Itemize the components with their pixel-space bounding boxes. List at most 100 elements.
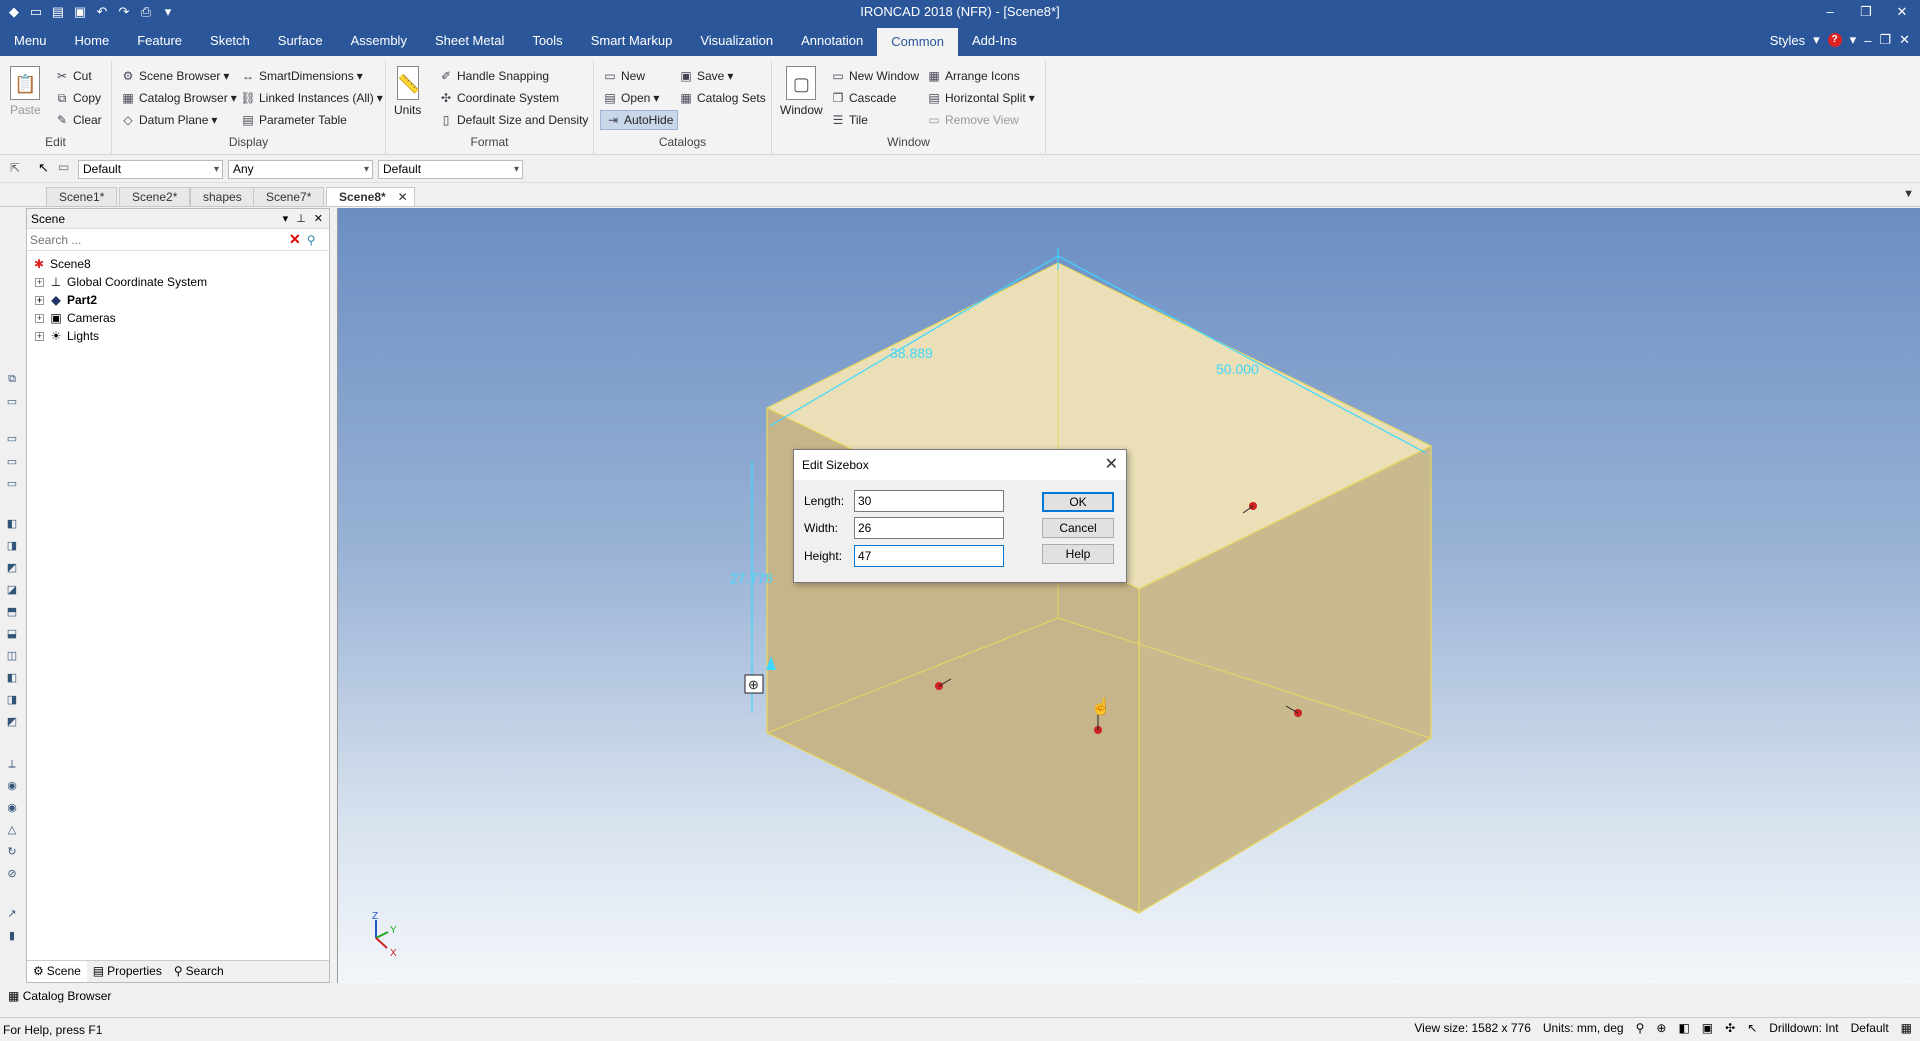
cursor-icon[interactable]: ↖ xyxy=(38,160,49,176)
parameter-table-button[interactable]: ▤ Parameter Table xyxy=(240,110,347,130)
help-button[interactable]: Help xyxy=(1042,544,1114,564)
styles-dropdown[interactable]: Styles xyxy=(1770,33,1805,48)
tree-item-part2[interactable]: + ◆ Part2 xyxy=(27,291,329,309)
tab-list-chevron-icon[interactable]: ▼ xyxy=(1903,188,1914,200)
ruler-tool-icon[interactable]: ▮ xyxy=(5,929,19,943)
view-back-icon[interactable]: ◨ xyxy=(5,539,19,553)
ok-button[interactable]: OK xyxy=(1042,492,1114,512)
minimize-button[interactable]: – xyxy=(1812,0,1848,24)
selection-mode-icon[interactable]: ↖ xyxy=(1747,1021,1757,1035)
tab-shapes[interactable]: shapes xyxy=(190,187,255,206)
tab-menu[interactable]: Menu xyxy=(0,24,61,56)
tab-visualization[interactable]: Visualization xyxy=(686,24,787,56)
3d-viewport[interactable]: 38.889 50.000 27.778 ⊕ ☝ Z Y X xyxy=(337,208,1920,983)
axis-tool-icon[interactable]: ⟂ xyxy=(5,757,19,771)
view-cube-icon[interactable]: ▣ xyxy=(1702,1021,1713,1035)
catalog-save-button[interactable]: ▣ Save ▾ xyxy=(678,66,733,86)
tab-scene7[interactable]: Scene7* xyxy=(253,187,325,206)
default-size-button[interactable]: ▯ Default Size and Density xyxy=(438,110,589,130)
paste-button[interactable]: 📋 Paste xyxy=(10,66,41,117)
tab-smart-markup[interactable]: Smart Markup xyxy=(577,24,687,56)
arrange-icons-button[interactable]: ▦ Arrange Icons xyxy=(926,66,1019,86)
zoom-icon[interactable]: ⚲ xyxy=(1636,1021,1645,1035)
scene-browser-button[interactable]: ⚙ Scene Browser ▾ xyxy=(120,66,230,86)
mode-combo[interactable]: Default xyxy=(1851,1021,1889,1035)
height-field[interactable] xyxy=(854,545,1004,567)
cut-button[interactable]: ✂ Cut xyxy=(54,66,92,86)
select-filter-icon[interactable]: ⇱ xyxy=(10,161,20,175)
catalog-browser-button[interactable]: ▦ Catalog Browser ▾ xyxy=(120,88,236,108)
close-icon[interactable]: ✕ xyxy=(1105,450,1118,480)
chevron-down-icon[interactable]: ▾ xyxy=(1850,32,1857,48)
tile-button[interactable]: ☰ Tile xyxy=(830,110,868,130)
view-left-icon[interactable]: ◩ xyxy=(5,561,19,575)
render-tool-icon[interactable]: ◉ xyxy=(5,801,19,815)
window-button[interactable]: ▢ Window xyxy=(780,66,823,117)
tab-tools[interactable]: Tools xyxy=(518,24,576,56)
pin-icon[interactable]: ⊥ xyxy=(296,209,306,229)
triangle-tool-icon[interactable]: △ xyxy=(5,823,19,837)
expand-icon[interactable]: + xyxy=(35,331,44,341)
autohide-button[interactable]: ⇥ AutoHide xyxy=(600,110,679,130)
new-window-button[interactable]: ▭ New Window xyxy=(830,66,919,86)
tab-feature[interactable]: Feature xyxy=(123,24,196,56)
catalog-sets-button[interactable]: ▦ Catalog Sets xyxy=(678,88,765,108)
handle-snapping-button[interactable]: ✐ Handle Snapping xyxy=(438,66,549,86)
dimension-label-height[interactable]: 27.778 xyxy=(730,570,773,586)
dimension-label-width[interactable]: 50.000 xyxy=(1216,361,1259,377)
tree-item-global-coordinate-system[interactable]: + ⊥ Global Coordinate System xyxy=(27,273,329,291)
catalog-open-button[interactable]: ▤ Open ▾ xyxy=(602,88,659,108)
tab-scene2[interactable]: Scene2* xyxy=(119,187,191,206)
orbit-icon[interactable]: ↻ xyxy=(5,845,19,859)
catalog-browser-tab[interactable]: ▦ Catalog Browser xyxy=(0,985,340,1007)
tab-assembly[interactable]: Assembly xyxy=(337,24,421,56)
expand-icon[interactable]: + xyxy=(35,277,44,287)
tab-scene8[interactable]: Scene8* ✕ xyxy=(326,187,415,206)
filter-combo-3[interactable]: Default xyxy=(378,160,523,179)
view-iso2-icon[interactable]: ◧ xyxy=(5,671,19,685)
tree-item-lights[interactable]: + ☀ Lights xyxy=(27,327,329,345)
doc-close-icon[interactable]: ✕ xyxy=(1899,32,1910,48)
chevron-down-icon[interactable]: ▾ xyxy=(1813,32,1820,48)
view-top-icon[interactable]: ⬒ xyxy=(5,605,19,619)
width-field[interactable] xyxy=(854,517,1004,539)
tab-scene1[interactable]: Scene1* xyxy=(46,187,118,206)
smart-dimensions-button[interactable]: ↔ SmartDimensions ▾ xyxy=(240,66,363,86)
search-input[interactable] xyxy=(27,232,287,247)
horizontal-split-button[interactable]: ▤ Horizontal Split ▾ xyxy=(926,88,1034,108)
frame-tool-icon[interactable]: ▭ xyxy=(5,477,19,491)
filter-combo-1[interactable]: Default xyxy=(78,160,223,179)
render-mode-icon[interactable]: ◧ xyxy=(1678,1021,1689,1035)
close-icon[interactable]: ✕ xyxy=(398,188,408,207)
grid-icon[interactable]: ▦ xyxy=(1901,1021,1912,1035)
dimension-tool-icon[interactable]: ↗ xyxy=(5,907,19,921)
view-iso-icon[interactable]: ◫ xyxy=(5,649,19,663)
copy-tool-icon[interactable]: ⧉ xyxy=(5,372,19,386)
view-front-icon[interactable]: ◧ xyxy=(5,517,19,531)
tree-item-cameras[interactable]: + ▣ Cameras xyxy=(27,309,329,327)
expand-icon[interactable]: + xyxy=(35,295,44,305)
drilldown-combo[interactable]: Drilldown: Int xyxy=(1769,1021,1838,1035)
panel-tab-search[interactable]: ⚲ Search xyxy=(168,961,230,982)
tab-sketch[interactable]: Sketch xyxy=(196,24,264,56)
close-button[interactable]: ✕ xyxy=(1884,0,1920,24)
expand-icon[interactable]: + xyxy=(35,313,44,323)
tab-add-ins[interactable]: Add-Ins xyxy=(958,24,1031,56)
cascade-button[interactable]: ❐ Cascade xyxy=(830,88,897,108)
tab-surface[interactable]: Surface xyxy=(264,24,337,56)
dimension-label-length[interactable]: 38.889 xyxy=(890,345,933,361)
frame-tool-icon[interactable]: ▭ xyxy=(5,455,19,469)
clear-button[interactable]: ✎ Clear xyxy=(54,110,102,130)
tree-root[interactable]: ✱ Scene8 xyxy=(27,255,329,273)
tab-common[interactable]: Common xyxy=(877,28,959,56)
view-right-icon[interactable]: ◪ xyxy=(5,583,19,597)
no-entry-icon[interactable]: ⊘ xyxy=(5,867,19,881)
tab-sheet-metal[interactable]: Sheet Metal xyxy=(421,24,518,56)
close-icon[interactable]: ✕ xyxy=(314,209,323,229)
zoom-fit-icon[interactable]: ⊕ xyxy=(1656,1021,1666,1035)
remove-view-button[interactable]: ▭ Remove View xyxy=(926,110,1018,130)
units-button[interactable]: 📏 Units xyxy=(394,66,421,117)
help-icon[interactable]: ? xyxy=(1827,33,1842,47)
doc-restore-icon[interactable]: ❐ xyxy=(1879,32,1891,48)
chevron-down-icon[interactable]: ▾ xyxy=(283,209,289,229)
